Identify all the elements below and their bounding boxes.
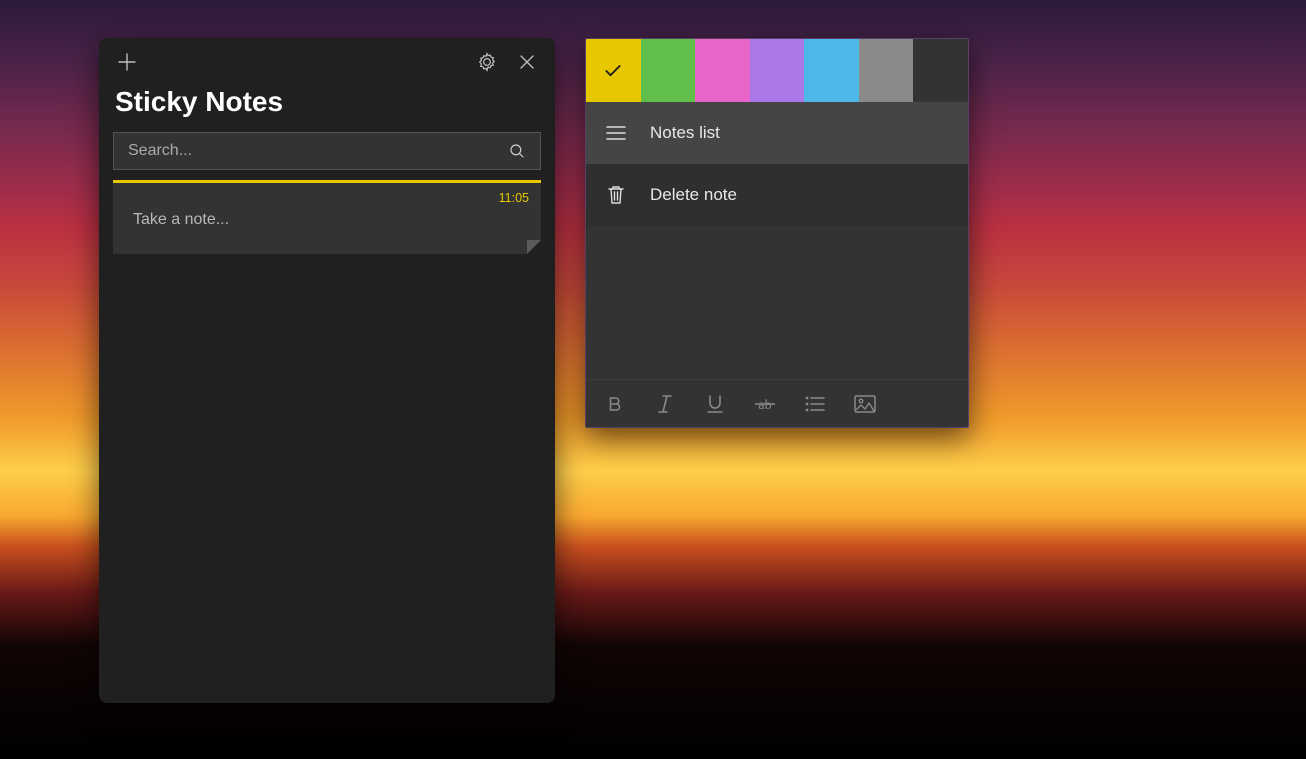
gear-icon — [477, 52, 497, 72]
format-toolbar: ab — [586, 379, 968, 427]
note-fold-corner — [527, 240, 541, 254]
format-image-button[interactable] — [842, 384, 888, 424]
settings-button[interactable] — [467, 42, 507, 82]
trash-icon — [604, 185, 628, 205]
note-preview-text: Take a note... — [133, 211, 525, 229]
note-window: Notes list Delete note ab — [585, 38, 969, 428]
close-icon — [519, 54, 535, 70]
search-field[interactable] — [113, 132, 541, 170]
format-strike-button[interactable]: ab — [742, 384, 788, 424]
note-body[interactable] — [586, 226, 968, 379]
menu-delete-note[interactable]: Delete note — [586, 164, 968, 226]
search-icon — [502, 142, 532, 160]
svg-text:ab: ab — [758, 398, 771, 413]
underline-icon — [706, 394, 724, 414]
format-underline-button[interactable] — [692, 384, 738, 424]
color-swatch-gray[interactable] — [859, 39, 914, 102]
format-bullets-button[interactable] — [792, 384, 838, 424]
close-list-button[interactable] — [507, 42, 547, 82]
color-swatch-blue[interactable] — [804, 39, 859, 102]
search-input[interactable] — [128, 142, 502, 160]
note-timestamp: 11:05 — [499, 191, 529, 205]
image-icon — [854, 395, 876, 413]
hamburger-icon — [604, 126, 628, 140]
menu-notes-list-label: Notes list — [650, 123, 720, 143]
note-card[interactable]: 11:05 Take a note... — [113, 180, 541, 254]
italic-icon — [657, 395, 673, 413]
format-bold-button[interactable] — [592, 384, 638, 424]
new-note-button[interactable] — [107, 42, 147, 82]
color-swatch-yellow[interactable] — [586, 39, 641, 102]
color-swatch-purple[interactable] — [750, 39, 805, 102]
plus-icon — [118, 53, 136, 71]
format-italic-button[interactable] — [642, 384, 688, 424]
app-title: Sticky Notes — [99, 86, 555, 126]
list-icon — [805, 396, 825, 412]
menu-delete-note-label: Delete note — [650, 185, 737, 205]
menu-notes-list[interactable]: Notes list — [586, 102, 968, 164]
check-icon — [603, 61, 623, 81]
notes-list-window: Sticky Notes 11:05 Take a note... — [99, 38, 555, 703]
strikethrough-icon: ab — [754, 395, 776, 413]
bold-icon — [606, 395, 624, 413]
list-titlebar — [99, 38, 555, 86]
color-picker-row — [586, 39, 968, 102]
note-menu: Notes list Delete note — [586, 102, 968, 226]
color-swatch-charcoal[interactable] — [913, 39, 968, 102]
color-swatch-green[interactable] — [641, 39, 696, 102]
color-swatch-pink[interactable] — [695, 39, 750, 102]
